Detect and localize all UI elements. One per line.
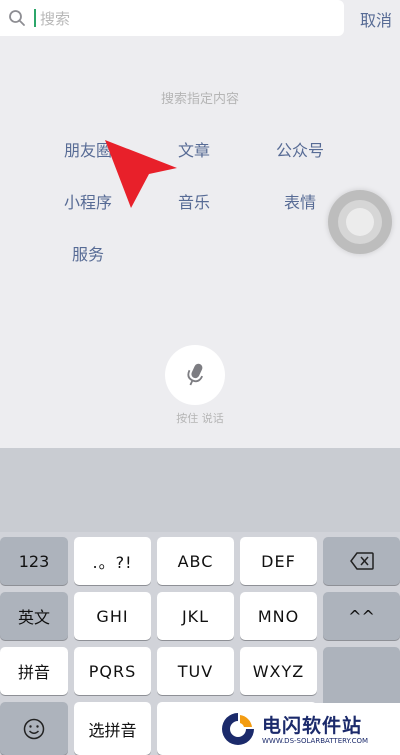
site-logo-icon bbox=[222, 713, 254, 745]
key-wxyz[interactable]: WXYZ bbox=[240, 647, 317, 695]
key-pinyin[interactable]: 拼音 bbox=[0, 647, 68, 695]
key-123-label: 123 bbox=[18, 551, 50, 571]
category-official-accounts[interactable]: 公众号 bbox=[276, 137, 324, 161]
key-tuv[interactable]: TUV bbox=[157, 647, 234, 695]
emoji-icon bbox=[23, 718, 45, 739]
search-scope-title: 搜索指定内容 bbox=[160, 92, 239, 107]
key-abc-label: ABC bbox=[177, 551, 214, 571]
key-ghi[interactable]: GHI bbox=[74, 592, 151, 640]
key-select-pinyin[interactable]: 选拼音 bbox=[74, 702, 151, 755]
category-articles[interactable]: 文章 bbox=[178, 137, 210, 161]
hold-to-talk-button[interactable] bbox=[165, 345, 225, 405]
key-ghi-label: GHI bbox=[96, 606, 129, 626]
key-backspace[interactable] bbox=[323, 537, 400, 585]
backspace-icon bbox=[349, 552, 374, 570]
key-emoticon-label: ^^ bbox=[348, 606, 375, 626]
key-select-pinyin-label: 选拼音 bbox=[88, 720, 137, 740]
keyboard-candidate-bar bbox=[0, 448, 400, 532]
key-mno-label: MNO bbox=[257, 606, 300, 626]
key-punctuation[interactable]: .。?! bbox=[74, 537, 151, 585]
search-box[interactable] bbox=[0, 0, 344, 36]
key-emoji[interactable] bbox=[0, 702, 68, 755]
watermark-title: 电闪软件站 bbox=[262, 715, 363, 737]
site-watermark: 电闪软件站 WWW.DS-SOLARBATTERY.COM bbox=[212, 703, 400, 755]
key-english[interactable]: 英文 bbox=[0, 592, 68, 640]
key-pinyin-label: 拼音 bbox=[17, 663, 50, 682]
category-music[interactable]: 音乐 bbox=[178, 189, 210, 213]
search-bar: 取消 bbox=[0, 0, 400, 36]
key-punctuation-label: .。?! bbox=[92, 553, 133, 572]
search-input[interactable] bbox=[38, 4, 332, 34]
category-services[interactable]: 服务 bbox=[72, 241, 104, 265]
key-pqrs-label: PQRS bbox=[88, 661, 137, 681]
key-jkl[interactable]: JKL bbox=[157, 592, 234, 640]
hold-to-talk-label: 按住 说话 bbox=[176, 412, 224, 425]
assistive-touch-button[interactable] bbox=[328, 190, 392, 254]
key-jkl-label: JKL bbox=[181, 606, 210, 626]
cancel-button[interactable]: 取消 bbox=[360, 7, 392, 31]
key-emoticon[interactable]: ^^ bbox=[323, 592, 400, 640]
assistive-touch-core bbox=[346, 208, 374, 236]
annotation-arrow-icon bbox=[105, 140, 177, 208]
key-123[interactable]: 123 bbox=[0, 537, 68, 585]
key-mno[interactable]: MNO bbox=[240, 592, 317, 640]
category-stickers[interactable]: 表情 bbox=[284, 189, 316, 213]
key-abc[interactable]: ABC bbox=[157, 537, 234, 585]
key-tuv-label: TUV bbox=[177, 661, 214, 681]
key-pqrs[interactable]: PQRS bbox=[74, 647, 151, 695]
key-def-label: DEF bbox=[261, 551, 296, 571]
text-cursor bbox=[34, 9, 36, 27]
search-icon bbox=[9, 10, 25, 26]
key-def[interactable]: DEF bbox=[240, 537, 317, 585]
watermark-url: WWW.DS-SOLARBATTERY.COM bbox=[262, 737, 369, 745]
key-english-label: 英文 bbox=[17, 608, 50, 627]
key-wxyz-label: WXYZ bbox=[252, 661, 305, 681]
microphone-icon bbox=[187, 363, 204, 386]
